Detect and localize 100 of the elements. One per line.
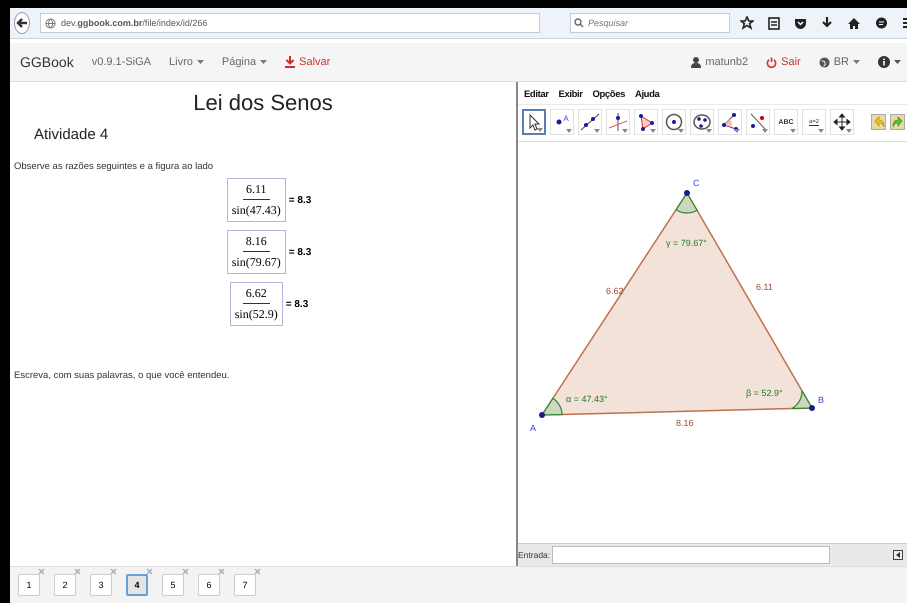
reflect-tool[interactable] [746,109,770,135]
download-icon[interactable] [821,16,833,30]
caret-icon [537,128,543,132]
point-label: C [693,178,700,188]
point[interactable] [809,405,815,411]
version-label: v0.9.1-SiGA [92,56,152,68]
home-icon[interactable] [847,16,861,30]
instruction-text: Observe as razões seguintes e a figura ao lado [14,161,214,172]
angle-label: γ = 79.67° [666,238,707,248]
angle-tool[interactable] [718,109,742,135]
side-length-label: 6.62 [606,286,624,296]
caret-icon [790,129,796,133]
caret-icon [853,60,860,64]
side-length-label: 8.16 [676,418,694,428]
logout-link[interactable]: Sair [766,56,801,68]
redo-icon [892,116,904,128]
point[interactable] [684,190,690,196]
nav-menu[interactable]: Livro [169,56,204,68]
ellipse-icon [693,114,711,130]
point-tool[interactable]: A [550,109,574,135]
point-label: A [530,423,536,433]
fraction-formula: 6.62 sin(52.9) [230,282,283,326]
ratio-result: = 8.3 [288,194,312,206]
input-field[interactable] [552,546,830,564]
caret-icon [894,60,901,64]
fraction-formula: 8.16 sin(79.67) [226,230,286,274]
caret-icon [678,129,684,133]
caret-icon [594,129,600,133]
prompt-text: Escreva, com suas palavras, o que você entendeu. [14,370,230,381]
page-tab[interactable]: 2 [54,574,76,596]
side-length-label: 6.11 [756,282,773,292]
power-icon [766,56,778,68]
angle-arc [791,390,813,410]
circle-tool[interactable] [662,109,686,135]
page-tab[interactable]: 6 [198,574,220,596]
globe-icon [45,18,56,28]
chat-icon[interactable] [875,16,888,30]
circle-icon [665,113,683,131]
collapse-button[interactable] [893,550,903,560]
app-brand[interactable]: GGBook [20,54,74,70]
caret-icon [566,129,572,133]
triangle-icon [636,113,656,131]
angle-arc [541,398,563,416]
point[interactable] [539,412,545,418]
nav-menu[interactable]: Página [222,56,268,68]
page-tab[interactable]: 7 [234,574,256,596]
cursor-icon [527,113,541,131]
dot-icon [555,118,564,126]
perpendicular-icon [608,113,628,131]
clipboard-icon[interactable] [768,16,780,30]
language-menu[interactable]: BR [818,56,860,68]
search-field[interactable]: Pesquisar [570,13,730,33]
activity-heading: Atividade 4 [34,126,110,143]
point-label: B [818,395,824,405]
menu-item[interactable]: Ajuda [634,89,660,100]
caret-icon [622,129,628,133]
menu-item[interactable]: Exibir [558,89,583,100]
page-tab[interactable]: 1 [18,574,40,596]
page-tab[interactable]: 3 [90,574,112,596]
globe-icon [818,56,830,68]
conic-tool[interactable] [690,109,714,135]
caret-icon [895,552,901,558]
undo-icon [872,116,884,128]
polygon-tool[interactable] [634,109,658,135]
download-icon [285,56,296,68]
user-icon [691,56,702,68]
shield-icon[interactable] [794,16,807,30]
search-icon [574,18,584,28]
angle-label: β = 52.9° [746,388,783,398]
pan-tool[interactable] [830,109,854,135]
caret-icon [706,129,712,133]
redo-button[interactable] [890,114,905,130]
fraction-formula: 6.11 sin(47.43) [226,178,286,222]
info-menu[interactable] [878,56,901,68]
line-icon [580,113,600,131]
caret-icon [196,60,204,64]
back-arrow-icon [15,16,29,30]
perpendicular-tool[interactable] [606,109,630,135]
caret-icon [734,129,740,133]
user-link[interactable]: matunb2 [691,56,748,68]
back-button[interactable] [14,12,30,34]
caret-icon [650,129,656,133]
caret-icon [762,129,768,133]
caret-icon [846,129,852,133]
page-tab[interactable]: 5 [162,574,184,596]
star-icon[interactable] [740,16,754,30]
save-link[interactable]: Salvar [285,56,330,68]
info-icon [878,56,890,68]
caret-icon [818,129,824,133]
menu-item[interactable]: Editar [524,89,549,100]
page-title: Lei dos Senos [192,90,334,116]
page-tab[interactable]: 4 [126,574,148,596]
reflect-icon [749,113,767,131]
caret-icon [260,60,268,64]
menu-item[interactable]: Opções [592,89,625,100]
move-arrows-icon [833,113,851,131]
input-label: Entrada: [518,550,550,560]
address-field[interactable]: dev.ggbook.com.br/file/index/id/266 [40,13,540,33]
line-tool[interactable] [578,109,602,135]
move-tool[interactable] [522,109,546,135]
